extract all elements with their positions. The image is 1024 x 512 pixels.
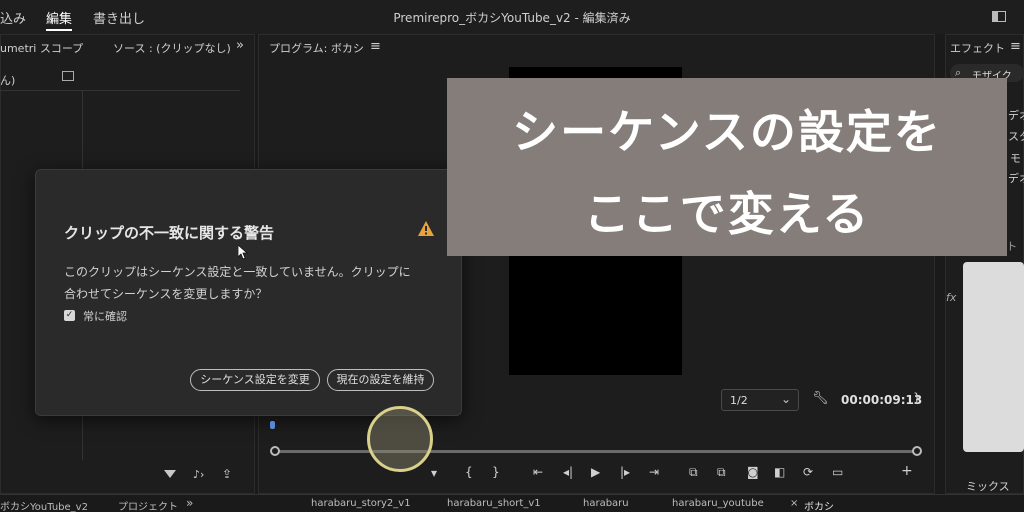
warning-icon	[418, 221, 434, 236]
zoom-value: 1/2	[730, 394, 748, 407]
program-menu-icon[interactable]: ≡	[370, 39, 381, 54]
caption-line-1: シーケンスの設定を	[512, 105, 942, 159]
document-title: Premirepro_ボカシYouTube_v2 - 編集済み	[393, 11, 631, 25]
fx-label: fx	[946, 291, 957, 304]
export-frame-camera-icon[interactable]: ◙	[747, 465, 759, 479]
add-marker-icon[interactable]: ▾	[431, 466, 437, 480]
dialog-title: クリップの不一致に関する警告	[64, 224, 275, 242]
panel-layout-icon[interactable]	[62, 71, 74, 81]
dialog-message: このクリップはシーケンス設定と一致していません。クリップに 合わせてシーケンスを…	[64, 261, 444, 305]
mix-dropdown[interactable]: ミックス	[966, 478, 1010, 494]
lumetri-scope-tab[interactable]: umetri スコープ	[0, 40, 83, 56]
bottom-tab-project[interactable]: プロジェクト	[118, 498, 178, 512]
vr-view-icon[interactable]: ▭	[832, 465, 843, 479]
mark-in-icon[interactable]: {	[465, 465, 473, 479]
comparison-view-icon[interactable]: ◧	[774, 465, 785, 479]
effect-controls-preview	[963, 262, 1024, 452]
program-monitor-tab[interactable]: プログラム: ボカシ	[269, 40, 364, 56]
wrench-icon[interactable]: 🔧︎	[812, 391, 829, 406]
timeline-tab-short[interactable]: harabaru_short_v1	[447, 498, 541, 509]
effects-menu-icon[interactable]: ≡	[1010, 39, 1021, 54]
proxy-toggle-icon[interactable]: ⟳	[803, 465, 813, 479]
caption-overlay: シーケンスの設定を ここで変える	[447, 78, 1007, 256]
keep-existing-settings-button[interactable]: 現在の設定を維持	[327, 369, 434, 391]
timeline-tab-youtube[interactable]: harabaru_youtube	[672, 498, 764, 509]
go-to-in-icon[interactable]: ⇤	[533, 465, 543, 479]
source-monitor-tab[interactable]: ソース : (クリップなし)	[113, 40, 231, 56]
caption-line-2: ここで変える	[583, 187, 871, 241]
out-bracket-icon: }	[913, 391, 921, 405]
export-frame-icon[interactable]: ⇪	[222, 467, 232, 481]
timeline-tab-story2[interactable]: harabaru_story2_v1	[311, 498, 411, 509]
dialog-message-line1: このクリップはシーケンス設定と一致していません。クリップに	[64, 265, 411, 279]
playhead-timecode[interactable]: 00:00:09:13	[841, 393, 922, 407]
menu-bar: 込み 編集 書き出し Premirepro_ボカシYouTube_v2 - 編集…	[0, 0, 1024, 34]
step-forward-icon[interactable]: |▸	[620, 465, 630, 479]
always-ask-label: 常に確認	[83, 310, 127, 323]
mouse-cursor-icon	[238, 245, 248, 260]
go-to-out-icon[interactable]: ⇥	[649, 465, 659, 479]
scrubber-out-handle[interactable]	[912, 446, 922, 456]
timeline-tab-harabaru[interactable]: harabaru	[583, 498, 629, 509]
lift-icon[interactable]: ⧉	[689, 465, 698, 480]
filter-icon[interactable]	[164, 470, 176, 478]
scrubber-in-handle[interactable]	[270, 446, 280, 456]
close-tab-icon[interactable]: ×	[790, 498, 798, 509]
change-sequence-settings-button[interactable]: シーケンス設定を変更	[190, 369, 320, 391]
panel-overflow-icon[interactable]: »	[236, 38, 244, 53]
audio-toggle-icon[interactable]: ♪›	[193, 468, 204, 481]
button-editor-plus-icon[interactable]: +	[901, 463, 913, 479]
effects-tab[interactable]: エフェクト	[950, 40, 1005, 56]
playhead-marker[interactable]	[270, 421, 275, 429]
mark-out-icon[interactable]: }	[492, 465, 500, 479]
extract-icon[interactable]: ⧉	[717, 465, 726, 480]
bottom-tab-overflow[interactable]: »	[186, 496, 193, 510]
click-highlight-ring	[367, 406, 433, 472]
play-icon[interactable]: ▶	[591, 465, 600, 479]
effects-item-4[interactable]: デオ	[1008, 170, 1024, 186]
step-back-icon[interactable]: ◂|	[563, 465, 573, 479]
effects-item-1[interactable]: デオ	[1008, 107, 1024, 123]
workspace-panel-icon[interactable]	[992, 11, 1006, 22]
timeline-tab-bokashi[interactable]: ボカシ	[804, 498, 834, 512]
dialog-message-line2: 合わせてシーケンスを変更しますか？	[64, 287, 268, 301]
chevron-down-icon: ⌄	[780, 392, 791, 406]
effects-item-2[interactable]: スタ	[1008, 128, 1024, 144]
left-sub-label: ん)	[0, 74, 16, 87]
always-ask-checkbox[interactable]: ✓	[64, 310, 75, 321]
zoom-select[interactable]: 1/2 ⌄	[721, 389, 799, 411]
left-divider	[0, 90, 240, 91]
clip-mismatch-dialog: クリップの不一致に関する警告 このクリップはシーケンス設定と一致していません。ク…	[35, 169, 462, 416]
bottom-divider	[0, 494, 1024, 495]
bottom-tab-sequence[interactable]: ボカシYouTube_v2	[0, 498, 88, 512]
effects-item-3[interactable]: モ	[1010, 150, 1021, 166]
